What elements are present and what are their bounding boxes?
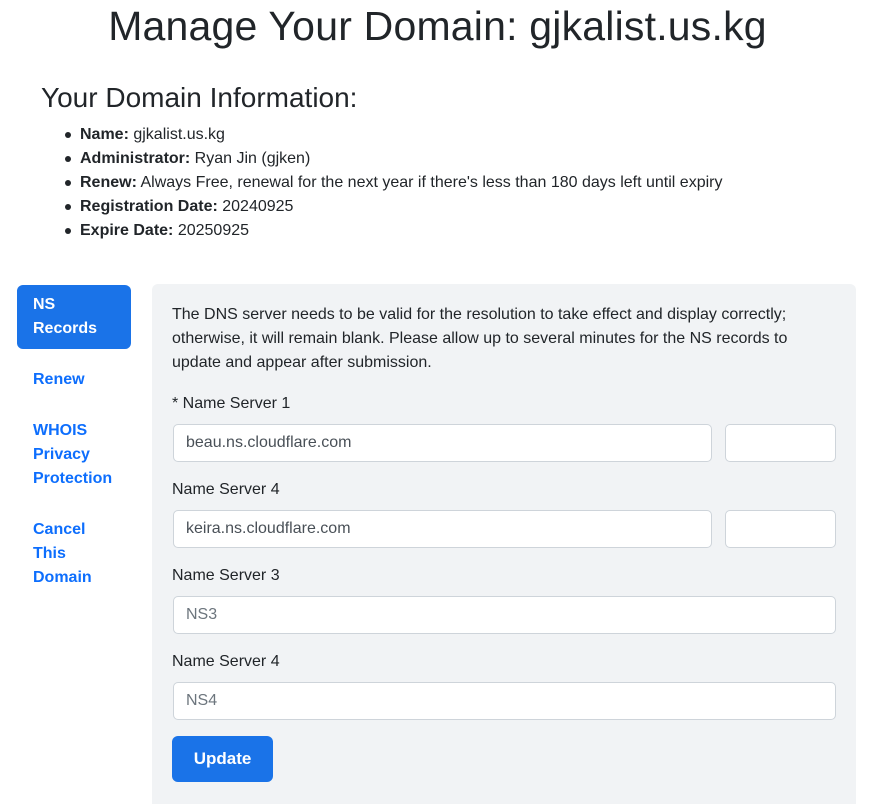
info-name-label: Name: xyxy=(80,126,129,143)
nav-renew[interactable]: Renew xyxy=(17,360,131,400)
domain-info-list: Name: gjkalist.us.kg Administrator: Ryan… xyxy=(64,123,723,243)
info-name: Name: gjkalist.us.kg xyxy=(64,123,722,147)
ns2-label: Name Server 4 xyxy=(172,481,280,498)
ns-description: The DNS server needs to be valid for the… xyxy=(172,306,788,371)
nav-cancel-domain[interactable]: Cancel This Domain xyxy=(17,510,131,598)
update-button[interactable]: Update xyxy=(172,736,273,782)
info-registration-date-label: Registration Date: xyxy=(80,198,218,215)
ns4-label: Name Server 4 xyxy=(172,653,280,670)
nav-cancel-line2: This xyxy=(33,545,66,562)
domain-info-heading: Your Domain Information: xyxy=(41,82,358,113)
info-registration-date-value: 20240925 xyxy=(217,198,294,215)
ns2-input[interactable] xyxy=(173,510,712,548)
info-administrator-value: Ryan Jin (gjken) xyxy=(190,150,311,167)
info-expire-date: Expire Date: 20250925 xyxy=(64,219,722,243)
info-expire-date-value: 20250925 xyxy=(173,222,250,239)
ns3-label: Name Server 3 xyxy=(172,567,280,584)
ns1-label: * Name Server 1 xyxy=(172,395,291,412)
nav-cancel-line3: Domain xyxy=(33,569,92,586)
nav-ns-records[interactable]: NS Records xyxy=(17,285,131,349)
nav-renew-line1: Renew xyxy=(33,371,85,388)
nav-cancel-line1: Cancel xyxy=(33,521,86,538)
ns-records-panel: The DNS server needs to be valid for the… xyxy=(152,284,856,804)
info-administrator: Administrator: Ryan Jin (gjken) xyxy=(64,147,722,171)
info-administrator-label: Administrator: xyxy=(80,150,191,167)
ns1-extra-input[interactable] xyxy=(725,424,836,462)
ns2-extra-input[interactable] xyxy=(725,510,836,548)
info-name-value: gjkalist.us.kg xyxy=(128,126,225,143)
nav-ns-records-line2: Records xyxy=(33,320,98,337)
nav-whois-line1: WHOIS xyxy=(33,422,88,439)
info-expire-date-label: Expire Date: xyxy=(80,222,174,239)
page-title: Manage Your Domain: gjkalist.us.kg xyxy=(108,3,767,49)
nav-whois-line3: Protection xyxy=(33,470,113,487)
info-renew-label: Renew: xyxy=(80,174,137,191)
side-nav: NS Records Renew WHOIS Privacy Protectio… xyxy=(17,285,131,609)
info-renew: Renew: Always Free, renewal for the next… xyxy=(64,171,723,195)
ns4-input[interactable] xyxy=(173,682,836,720)
nav-ns-records-line1: NS xyxy=(33,296,56,313)
ns3-input[interactable] xyxy=(173,596,836,634)
info-renew-value: Always Free, renewal for the next year i… xyxy=(136,174,723,191)
ns1-input[interactable] xyxy=(173,424,712,462)
info-registration-date: Registration Date: 20240925 xyxy=(64,195,722,219)
nav-whois-privacy[interactable]: WHOIS Privacy Protection xyxy=(17,411,131,499)
nav-whois-line2: Privacy xyxy=(33,446,90,463)
